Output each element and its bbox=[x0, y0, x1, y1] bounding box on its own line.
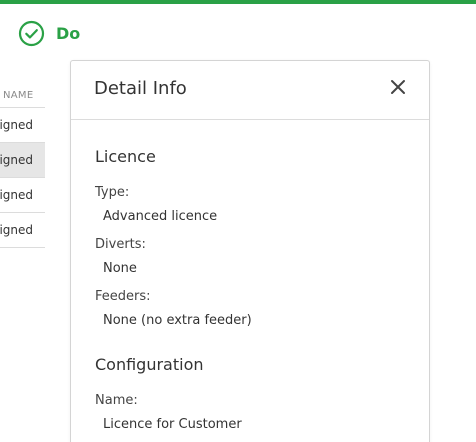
field-value-name: Licence for Customer bbox=[103, 417, 242, 432]
background-table: NAME igned igned igned igned bbox=[0, 84, 45, 248]
column-header-name[interactable]: NAME bbox=[0, 84, 45, 108]
table-row[interactable]: igned bbox=[0, 108, 45, 143]
table-cell: igned bbox=[0, 188, 33, 202]
table-row[interactable]: igned bbox=[0, 178, 45, 213]
page-title: Do bbox=[56, 23, 81, 43]
page-header: Do bbox=[18, 19, 80, 47]
page: Do NAME igned igned igned igned Detail I… bbox=[0, 0, 476, 442]
field-label-type: Type: bbox=[95, 185, 130, 200]
field-label-diverts: Diverts: bbox=[95, 237, 146, 252]
detail-info-panel: Detail Info Licence Type: Advanced licen… bbox=[70, 60, 430, 442]
table-cell: igned bbox=[0, 153, 33, 167]
field-value-diverts: None bbox=[103, 261, 137, 276]
section-title-licence: Licence bbox=[95, 147, 156, 166]
field-label-name: Name: bbox=[95, 393, 138, 408]
table-cell: igned bbox=[0, 118, 33, 132]
field-value-type: Advanced licence bbox=[103, 209, 218, 224]
panel-title: Detail Info bbox=[94, 78, 187, 99]
close-icon[interactable] bbox=[389, 78, 407, 96]
table-cell: igned bbox=[0, 223, 33, 237]
table-row[interactable]: igned bbox=[0, 213, 45, 248]
section-title-configuration: Configuration bbox=[95, 355, 204, 374]
table-row-selected[interactable]: igned bbox=[0, 143, 45, 178]
panel-header: Detail Info bbox=[71, 61, 429, 120]
check-circle-icon bbox=[18, 20, 45, 46]
top-accent-bar bbox=[0, 0, 476, 4]
field-value-feeders: None (no extra feeder) bbox=[103, 313, 252, 328]
field-label-feeders: Feeders: bbox=[95, 289, 151, 304]
